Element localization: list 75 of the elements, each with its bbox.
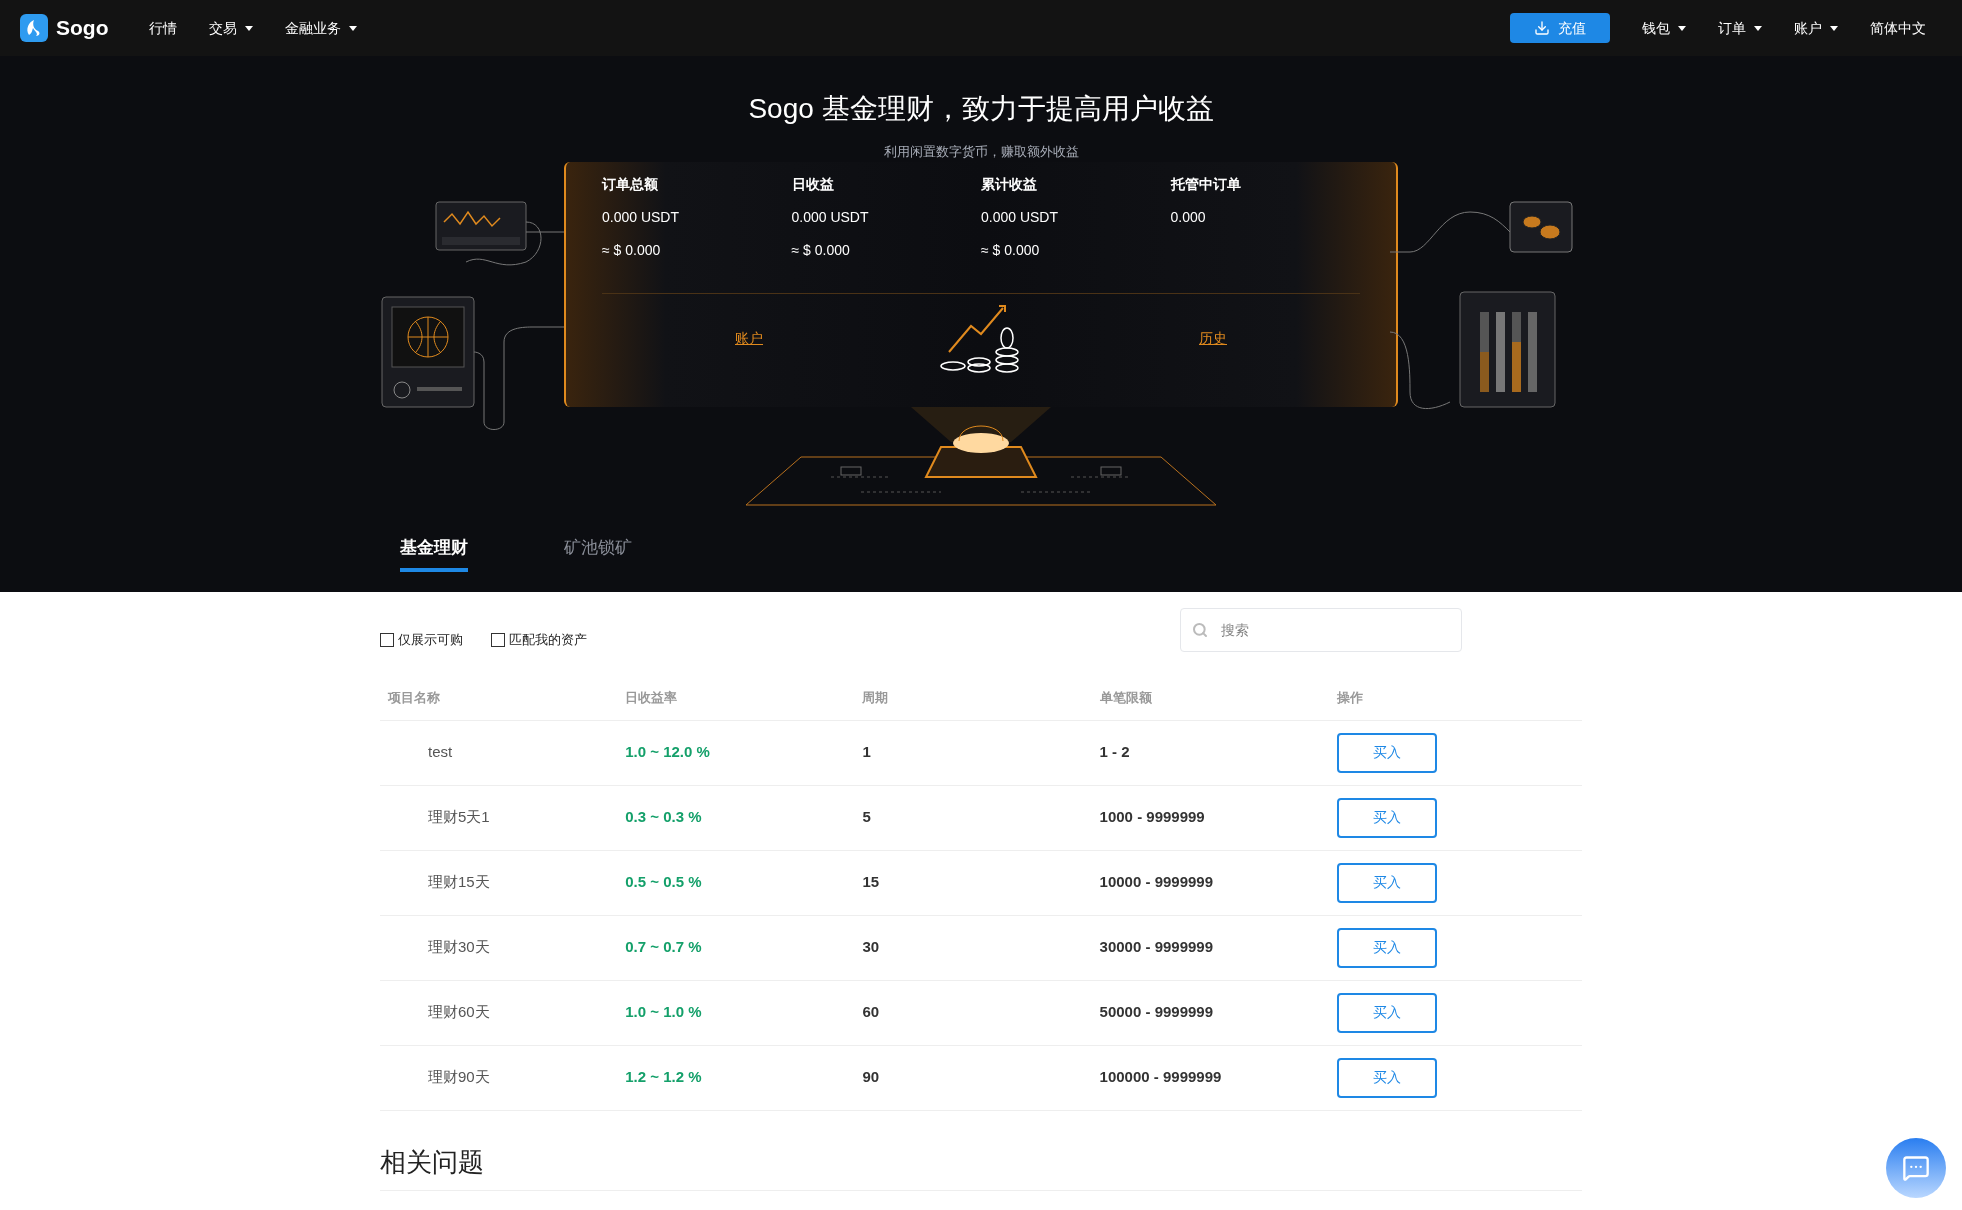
caret-icon — [348, 25, 357, 31]
deposit-button[interactable]: 充值 — [1510, 13, 1610, 43]
period: 1 — [862, 742, 872, 763]
caret-icon — [1754, 25, 1762, 31]
limit: 10000 - 9999999 — [1099, 872, 1215, 893]
buy-button[interactable]: 买入 — [1336, 927, 1437, 968]
nav-menu-item[interactable]: 钱包 — [1626, 8, 1702, 48]
buy-button[interactable]: 买入 — [1336, 862, 1437, 903]
tab[interactable]: 矿池锁矿 — [564, 534, 632, 572]
project-name: 理财30天 — [427, 937, 491, 958]
nav-menu-item[interactable]: 订单 — [1702, 8, 1778, 48]
filter-checkbox[interactable]: 匹配我的资产 — [491, 630, 587, 650]
faq-title: 相关问题 — [380, 1142, 1582, 1191]
stat-label: 订单总额 — [602, 174, 659, 194]
logo-icon — [20, 14, 48, 42]
stat-approx-value: ≈ $ 0.000 — [981, 240, 1041, 260]
buy-button[interactable]: 买入 — [1336, 732, 1437, 773]
project-name: 理财5天1 — [427, 807, 491, 828]
limit: 30000 - 9999999 — [1099, 937, 1215, 958]
download-icon — [1534, 20, 1550, 36]
search-field[interactable]: 搜索 — [1180, 608, 1462, 652]
limit: 1 - 2 — [1099, 742, 1131, 763]
column-header: 周期 — [862, 689, 890, 707]
stat-value: 0.000 USDT — [981, 207, 1060, 227]
daily-rate: 1.2 ~ 1.2 % — [625, 1067, 703, 1088]
limit: 50000 - 9999999 — [1099, 1002, 1215, 1023]
tab[interactable]: 基金理财 — [400, 534, 468, 572]
buy-button[interactable]: 买入 — [1336, 1057, 1437, 1098]
daily-rate: 0.7 ~ 0.7 % — [625, 937, 703, 958]
hero-title: Sogo 基金理财，致力于提高用户收益 — [748, 92, 1214, 126]
hero-subtitle: 利用闲置数字货币，赚取额外收益 — [883, 143, 1079, 161]
stat-label: 累计收益 — [981, 174, 1038, 194]
period: 90 — [862, 1067, 881, 1088]
stat-value: 0.000 — [1170, 207, 1207, 227]
project-name: 理财15天 — [427, 872, 491, 893]
nav-menu-item[interactable]: 行情 — [132, 8, 193, 48]
stat-label: 托管中订单 — [1170, 174, 1242, 194]
column-header: 单笔限额 — [1099, 689, 1153, 707]
column-header: 项目名称 — [388, 689, 441, 707]
column-header: 日收益率 — [625, 689, 679, 707]
project-name: 理财60天 — [427, 1002, 491, 1023]
stat-approx-value: ≈ $ 0.000 — [602, 240, 662, 260]
stat-approx-value: ≈ $ 0.000 — [791, 240, 851, 260]
account-link[interactable]: 账户 — [735, 328, 763, 349]
chat-icon — [1902, 1154, 1930, 1182]
daily-rate: 1.0 ~ 1.0 % — [625, 1002, 703, 1023]
limit: 1000 - 9999999 — [1099, 807, 1206, 828]
caret-icon — [1678, 25, 1686, 31]
column-header: 操作 — [1336, 689, 1364, 707]
period: 5 — [862, 807, 872, 828]
nav-menu-item[interactable]: 金融业务 — [268, 8, 373, 48]
daily-rate: 0.5 ~ 0.5 % — [625, 872, 703, 893]
project-name: 理财90天 — [427, 1067, 491, 1088]
brand-name: Sogo — [56, 15, 109, 42]
period: 60 — [862, 1002, 881, 1023]
nav-menu-item[interactable]: 账户 — [1778, 8, 1854, 48]
daily-rate: 1.0 ~ 12.0 % — [625, 742, 711, 763]
buy-button[interactable]: 买入 — [1336, 992, 1437, 1033]
caret-icon — [244, 25, 253, 31]
period: 30 — [862, 937, 881, 958]
stat-label: 日收益 — [791, 174, 835, 194]
chat-button[interactable] — [1886, 1138, 1946, 1198]
filter-checkbox[interactable]: 仅展示可购 — [380, 630, 463, 650]
history-link[interactable]: 历史 — [1199, 328, 1227, 349]
buy-button[interactable]: 买入 — [1336, 797, 1437, 838]
daily-rate: 0.3 ~ 0.3 % — [625, 807, 703, 828]
nav-menu-item[interactable]: 简体中文 — [1854, 8, 1942, 48]
search-icon — [1192, 622, 1208, 638]
period: 15 — [862, 872, 881, 893]
nav-menu-item[interactable]: 交易 — [192, 8, 269, 48]
caret-icon — [1830, 25, 1838, 31]
stat-value: 0.000 USDT — [791, 207, 870, 227]
stat-value: 0.000 USDT — [602, 207, 681, 227]
project-name: test — [427, 742, 454, 763]
limit: 100000 - 9999999 — [1099, 1067, 1223, 1088]
